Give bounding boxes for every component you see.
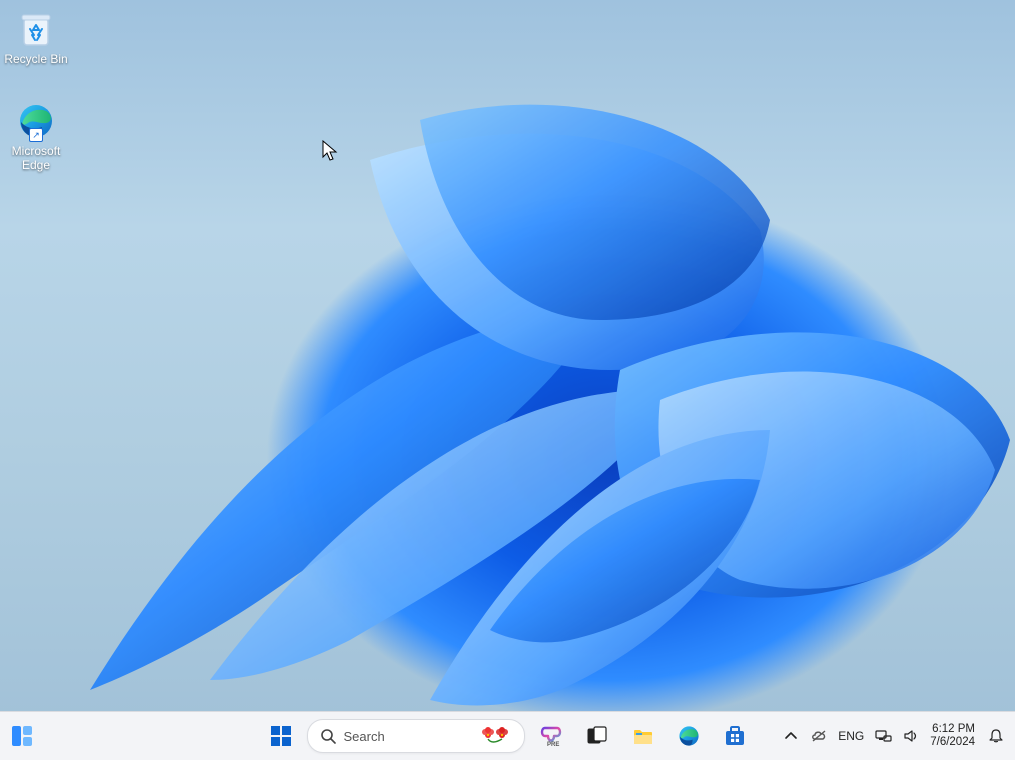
desktop-icon-label: Microsoft Edge	[0, 144, 72, 172]
tray-overflow-button[interactable]	[782, 727, 800, 745]
bell-icon	[987, 727, 1005, 745]
widgets-icon	[10, 724, 34, 748]
start-button[interactable]	[261, 716, 301, 756]
language-indicator[interactable]: ENG	[838, 729, 864, 743]
svg-text:PRE: PRE	[547, 742, 559, 748]
task-view-button[interactable]	[577, 716, 617, 756]
edge-icon	[677, 724, 701, 748]
task-view-icon	[586, 725, 608, 747]
wallpaper-bloom	[0, 0, 1015, 760]
clock-time: 6:12 PM	[930, 723, 975, 736]
cloud-icon	[810, 727, 828, 745]
system-tray: ENG 6:12 PM 7/6/2024	[782, 712, 1007, 760]
copilot-button[interactable]: PRE	[531, 716, 571, 756]
search-highlight-icon	[482, 727, 510, 745]
shortcut-arrow-icon: ↗	[29, 128, 43, 142]
edge-icon: ↗	[15, 100, 57, 142]
notifications-button[interactable]	[985, 727, 1007, 745]
taskbar-clock[interactable]: 6:12 PM 7/6/2024	[930, 723, 975, 749]
search-label: Search	[344, 729, 385, 744]
windows-logo-icon	[269, 724, 293, 748]
microsoft-store-button[interactable]	[715, 716, 755, 756]
onedrive-tray-button[interactable]	[810, 727, 828, 745]
edge-taskbar-button[interactable]	[669, 716, 709, 756]
taskbar: Search PRE	[0, 711, 1015, 760]
file-explorer-button[interactable]	[623, 716, 663, 756]
network-tray-button[interactable]	[874, 727, 892, 745]
speaker-icon	[902, 727, 920, 745]
search-icon	[320, 728, 336, 744]
desktop-icon-label: Recycle Bin	[0, 52, 72, 66]
taskbar-center: Search PRE	[261, 716, 755, 756]
clock-date: 7/6/2024	[930, 736, 975, 749]
chevron-up-icon	[784, 729, 798, 743]
desktop[interactable]: Recycle Bin ↗ Microsoft Edge	[0, 0, 1015, 760]
file-explorer-icon	[631, 724, 655, 748]
copilot-icon: PRE	[539, 724, 563, 748]
desktop-icon-microsoft-edge[interactable]: ↗ Microsoft Edge	[0, 100, 72, 172]
widgets-button[interactable]	[4, 718, 40, 754]
desktop-icon-recycle-bin[interactable]: Recycle Bin	[0, 8, 72, 66]
recycle-bin-icon	[15, 8, 57, 50]
network-icon	[874, 727, 892, 745]
taskbar-search[interactable]: Search	[307, 719, 525, 753]
volume-tray-button[interactable]	[902, 727, 920, 745]
store-icon	[723, 724, 747, 748]
